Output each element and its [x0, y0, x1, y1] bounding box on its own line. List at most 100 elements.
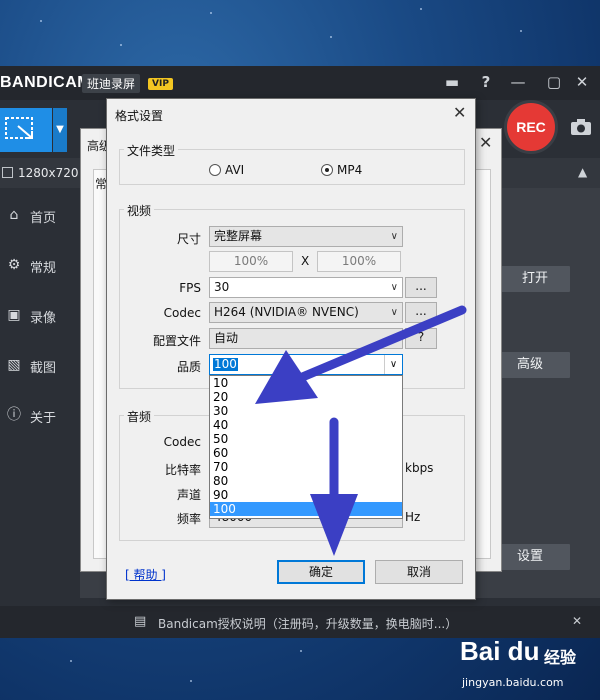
- collapse-icon[interactable]: ▲: [578, 165, 587, 179]
- video-codec-select-value: H264 (NVIDIA® NVENC): [214, 305, 359, 319]
- width-percent-field[interactable]: 100%: [209, 251, 293, 272]
- sidebar-item-home[interactable]: ⌂ 首页: [0, 196, 80, 236]
- home-icon: ⌂: [9, 207, 19, 223]
- profile-select-value: 自动: [214, 331, 239, 345]
- advanced-dialog-close-icon[interactable]: ✕: [479, 133, 492, 152]
- sidebar: ⌂ 首页 ⚙ 常规 ▣ 录像 ▧ 截图 ⓘ 关于: [0, 188, 80, 638]
- rectangle-area-icon: [5, 117, 33, 139]
- mode-dropdown-arrow[interactable]: ▼: [53, 108, 67, 152]
- quality-select-value: 100: [213, 357, 238, 371]
- profile-help-button[interactable]: ?: [405, 328, 437, 349]
- frequency-label: 频率: [176, 512, 201, 526]
- height-percent-field[interactable]: 100%: [317, 251, 401, 272]
- frequency-unit: Hz: [405, 510, 421, 524]
- quality-option-30[interactable]: 30: [210, 404, 402, 418]
- size-select-value: 完整屏幕: [214, 229, 263, 243]
- dialog-close-icon[interactable]: ✕: [453, 103, 466, 122]
- sidebar-item-about[interactable]: ⓘ 关于: [0, 396, 80, 436]
- fps-select-value: 30: [214, 280, 230, 294]
- settings-button[interactable]: 设置: [490, 544, 570, 570]
- quality-option-50[interactable]: 50: [210, 432, 402, 446]
- video-codec-select[interactable]: H264 (NVIDIA® NVENC) ∨: [209, 302, 403, 323]
- title-bar: BANDICAM 班迪录屏 VIP ▬ ? — ▢ ✕: [0, 66, 600, 100]
- status-bar: ▤ Bandicam授权说明（注册码，升级数量，换电脑时...） ✕: [0, 606, 600, 638]
- audio-codec-label: Codec: [163, 435, 201, 449]
- channels-label: 声道: [176, 488, 201, 502]
- format-settings-dialog: 格式设置 ✕ 文件类型 AVI MP4 视频 尺寸 完整屏幕 ∨ 100% X …: [106, 98, 476, 600]
- video-settings-icon: ▣: [7, 307, 21, 323]
- quality-option-10[interactable]: 10: [210, 376, 402, 390]
- chevron-down-icon: ∨: [390, 307, 398, 318]
- help-icon[interactable]: ?: [476, 72, 496, 92]
- baidu-logo: Bai du: [460, 636, 540, 666]
- quality-option-80[interactable]: 80: [210, 474, 402, 488]
- video-codec-label: Codec: [163, 306, 201, 320]
- chevron-down-icon: ∨: [390, 231, 398, 242]
- image-icon: ▧: [7, 357, 21, 373]
- codec-more-button[interactable]: ...: [405, 302, 437, 323]
- fps-select[interactable]: 30 ∨: [209, 277, 403, 298]
- bitrate-unit: kbps: [405, 461, 434, 475]
- gear-icon: ⚙: [7, 257, 21, 273]
- size-select[interactable]: 完整屏幕 ∨: [209, 226, 403, 247]
- rec-button[interactable]: REC: [504, 100, 558, 154]
- camera-icon[interactable]: [570, 118, 592, 136]
- fps-label: FPS: [179, 281, 201, 295]
- sidebar-item-label: 首页: [30, 211, 57, 226]
- resolution-checkbox[interactable]: [2, 167, 13, 178]
- quality-option-20[interactable]: 20: [210, 390, 402, 404]
- dialog-title: 格式设置: [115, 109, 164, 123]
- maximize-icon[interactable]: ▢: [544, 72, 564, 92]
- status-close-icon[interactable]: ✕: [572, 614, 582, 628]
- sidebar-item-label: 录像: [30, 311, 57, 326]
- baidu-url: jingyan.baidu.com: [462, 676, 564, 689]
- chat-icon: ▤: [134, 614, 147, 629]
- sidebar-item-general[interactable]: ⚙ 常规: [0, 246, 80, 286]
- sidebar-item-label: 关于: [30, 411, 57, 426]
- sidebar-item-label: 常规: [30, 261, 57, 276]
- app-logo-cn: 班迪录屏: [82, 74, 141, 93]
- quality-select[interactable]: 100 ∨: [209, 354, 403, 375]
- license-info-link[interactable]: Bandicam授权说明（注册码，升级数量，换电脑时...）: [158, 615, 457, 632]
- sidebar-item-screenshot[interactable]: ▧ 截图: [0, 346, 80, 386]
- avi-radio-label: AVI: [225, 163, 245, 177]
- quality-option-70[interactable]: 70: [210, 460, 402, 474]
- baidu-jingyan-label: 经验: [544, 648, 577, 667]
- chevron-down-icon: ∨: [384, 355, 402, 374]
- size-label: 尺寸: [176, 232, 201, 246]
- sidebar-item-label: 截图: [30, 361, 57, 376]
- mp4-radio[interactable]: [321, 164, 333, 176]
- sidebar-item-video[interactable]: ▣ 录像: [0, 296, 80, 336]
- avi-radio[interactable]: [209, 164, 221, 176]
- quality-label: 品质: [176, 360, 201, 374]
- chevron-down-icon: ∨: [390, 282, 398, 293]
- video-group-label: 视频: [124, 202, 155, 219]
- info-icon: ⓘ: [7, 407, 21, 423]
- bitrate-label: 比特率: [164, 463, 201, 477]
- minimize-icon[interactable]: —: [508, 72, 528, 92]
- fps-more-button[interactable]: ...: [405, 277, 437, 298]
- app-logo: BANDICAM: [0, 74, 92, 91]
- quality-option-60[interactable]: 60: [210, 446, 402, 460]
- open-button[interactable]: 打开: [500, 266, 570, 292]
- vip-badge: VIP: [148, 78, 173, 90]
- ok-button[interactable]: 确定: [277, 560, 365, 584]
- screen-mode-button[interactable]: [0, 108, 52, 152]
- close-icon[interactable]: ✕: [572, 72, 592, 92]
- folder-icon[interactable]: ▬: [442, 72, 462, 92]
- quality-option-40[interactable]: 40: [210, 418, 402, 432]
- quality-option-90[interactable]: 90: [210, 488, 402, 502]
- quality-option-100[interactable]: 100: [210, 502, 402, 516]
- advanced-button[interactable]: 高级: [490, 352, 570, 378]
- mp4-radio-label: MP4: [337, 163, 363, 177]
- profile-select[interactable]: 自动: [209, 328, 403, 349]
- baidu-watermark: Bai du 经验 jingyan.baidu.com: [460, 636, 600, 700]
- help-link[interactable]: [ 帮助 ]: [125, 566, 166, 583]
- size-x-label: X: [301, 254, 310, 268]
- resolution-text: 1280x720 -: [18, 166, 87, 180]
- quality-dropdown-list: 10 20 30 40 50 60 70 80 90 100: [209, 375, 403, 519]
- profile-label: 配置文件: [152, 334, 201, 348]
- cancel-button[interactable]: 取消: [375, 560, 463, 584]
- audio-group-label: 音频: [124, 408, 155, 425]
- file-type-group-label: 文件类型: [124, 142, 179, 159]
